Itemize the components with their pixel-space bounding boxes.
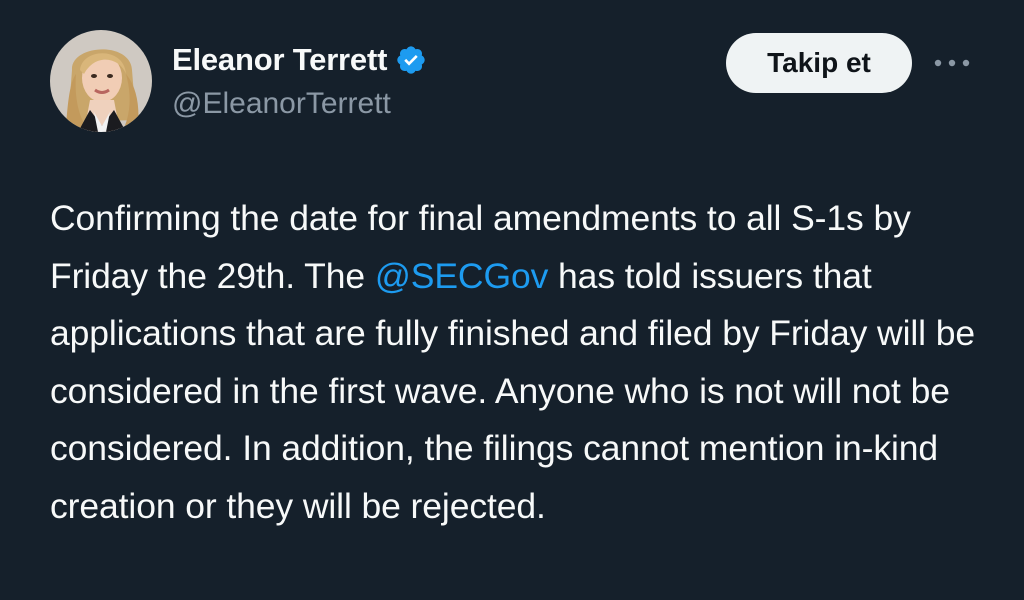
avatar[interactable] — [50, 30, 152, 132]
tweet-text: Confirming the date for final amendments… — [50, 190, 1000, 535]
more-horizontal-icon — [934, 59, 970, 67]
profile-photo-icon — [50, 30, 152, 132]
author-name-row: Eleanor Terrett — [172, 40, 427, 80]
tweet-text-part2: has told issuers that applications that … — [50, 255, 975, 526]
display-name[interactable]: Eleanor Terrett — [172, 40, 387, 80]
more-options-button[interactable] — [930, 48, 974, 78]
author-handle[interactable]: @EleanorTerrett — [172, 84, 391, 124]
tweet-card: Eleanor Terrett @EleanorTerrett Takip et… — [0, 0, 1024, 600]
verified-badge-icon — [395, 44, 427, 76]
mention-link[interactable]: @SECGov — [375, 256, 549, 296]
follow-button[interactable]: Takip et — [726, 33, 912, 93]
